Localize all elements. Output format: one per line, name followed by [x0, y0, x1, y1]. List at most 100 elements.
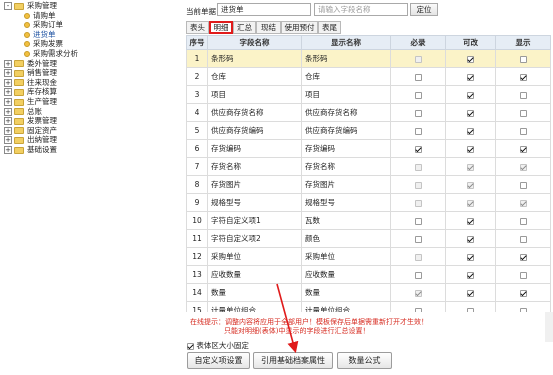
display-name-cell[interactable]: 应收数量	[301, 265, 391, 284]
fixed-body-size-checkbox[interactable]	[187, 342, 194, 350]
visible-checkbox[interactable]	[519, 307, 527, 312]
reference-archive-attr-button[interactable]: 引用基础档案属性	[253, 352, 333, 369]
editable-checkbox[interactable]	[467, 271, 474, 279]
visible-checkbox[interactable]	[519, 109, 527, 117]
tab-prepayment[interactable]: 使用预付	[281, 21, 318, 34]
table-row[interactable]: 12 采购单位 采购单位	[186, 247, 551, 266]
tree-node[interactable]: - 采购管理	[4, 1, 57, 11]
required-checkbox[interactable]	[414, 217, 422, 225]
display-name-cell[interactable]: 颜色	[301, 229, 391, 248]
tree-node[interactable]: 采购发票	[24, 39, 63, 49]
visible-checkbox[interactable]	[519, 289, 527, 297]
current-doc-field[interactable]: 进货单	[217, 3, 311, 16]
table-row[interactable]: 5 供应商存货编码 供应商存货编码	[186, 121, 551, 140]
custom-items-button[interactable]: 自定义项设置	[187, 352, 250, 369]
tab-header[interactable]: 表头	[186, 21, 209, 34]
display-name-cell[interactable]: 计量单位组合	[301, 301, 391, 312]
collapse-icon[interactable]: -	[4, 2, 12, 10]
required-checkbox[interactable]	[414, 145, 422, 153]
required-checkbox[interactable]	[414, 271, 422, 279]
editable-checkbox[interactable]	[467, 217, 474, 225]
tab-summary[interactable]: 汇总	[233, 21, 256, 34]
expand-icon[interactable]: +	[4, 98, 12, 106]
table-row[interactable]: 3 项目 项目	[186, 85, 551, 104]
editable-checkbox[interactable]	[467, 235, 474, 243]
tree-node[interactable]: + 基础设置	[4, 145, 57, 155]
table-row[interactable]: 6 存货编码 存货编码	[186, 139, 551, 158]
editable-checkbox[interactable]	[467, 253, 474, 261]
display-name-cell[interactable]: 存货图片	[301, 175, 391, 194]
editable-checkbox[interactable]	[467, 55, 474, 63]
tree-node[interactable]: 采购需求分析	[24, 49, 78, 59]
required-checkbox[interactable]	[414, 127, 422, 135]
display-name-cell[interactable]: 存货编码	[301, 139, 391, 158]
tree-node[interactable]: + 销售管理	[4, 68, 57, 78]
required-checkbox[interactable]	[414, 235, 422, 243]
table-row[interactable]: 10 字符自定义项1 瓦数	[186, 211, 551, 230]
display-name-cell[interactable]: 数量	[301, 283, 391, 302]
tree-node[interactable]: + 库存核算	[4, 87, 57, 97]
visible-checkbox[interactable]	[519, 217, 527, 225]
editable-checkbox[interactable]	[467, 73, 474, 81]
display-name-cell[interactable]: 规格型号	[301, 193, 391, 212]
table-row[interactable]: 7 存货名称 存货名称	[186, 157, 551, 176]
table-row[interactable]: 15 计量单位组合 计量单位组合	[186, 301, 551, 312]
visible-checkbox[interactable]	[519, 271, 527, 279]
table-row[interactable]: 13 应收数量 应收数量	[186, 265, 551, 284]
editable-checkbox[interactable]	[467, 307, 474, 312]
display-name-cell[interactable]: 供应商存货名称	[301, 103, 391, 122]
expand-icon[interactable]: +	[4, 136, 12, 145]
tab-footer[interactable]: 表尾	[318, 21, 341, 34]
field-search-input[interactable]: 请输入字段名称	[314, 3, 408, 16]
table-row[interactable]: 9 规格型号 规格型号	[186, 193, 551, 212]
table-row[interactable]: 14 数量 数量	[186, 283, 551, 302]
visible-checkbox[interactable]	[519, 55, 527, 63]
visible-checkbox[interactable]	[519, 181, 527, 189]
tab-detail[interactable]: 明细	[209, 21, 233, 34]
display-name-cell[interactable]: 存货名称	[301, 157, 391, 176]
display-name-cell[interactable]: 供应商存货编码	[301, 121, 391, 140]
table-row[interactable]: 1 条形码 条形码	[186, 49, 551, 68]
required-checkbox[interactable]	[414, 307, 422, 312]
editable-checkbox[interactable]	[467, 91, 474, 99]
display-name-cell[interactable]: 仓库	[301, 67, 391, 86]
visible-checkbox[interactable]	[519, 235, 527, 243]
table-row[interactable]: 11 字符自定义项2 颜色	[186, 229, 551, 248]
expand-icon[interactable]: +	[4, 107, 12, 116]
expand-icon[interactable]: +	[4, 126, 12, 135]
editable-checkbox[interactable]	[467, 109, 474, 117]
visible-checkbox[interactable]	[519, 253, 527, 261]
tab-cash-settle[interactable]: 现结	[256, 21, 281, 34]
display-name-cell[interactable]: 条形码	[301, 49, 391, 68]
visible-checkbox[interactable]	[519, 145, 527, 153]
required-checkbox[interactable]	[414, 73, 422, 81]
fixed-body-size-option[interactable]: 表体区大小固定	[187, 340, 249, 351]
editable-checkbox[interactable]	[467, 289, 474, 297]
required-checkbox[interactable]	[414, 109, 422, 117]
display-name-cell[interactable]: 瓦数	[301, 211, 391, 230]
expand-icon[interactable]: +	[4, 146, 12, 154]
table-row[interactable]: 8 存货图片 存货图片	[186, 175, 551, 194]
visible-checkbox[interactable]	[519, 73, 527, 81]
expand-icon[interactable]: +	[4, 78, 12, 87]
editable-checkbox[interactable]	[467, 127, 474, 135]
editable-checkbox[interactable]	[467, 145, 474, 153]
expand-icon[interactable]: +	[4, 59, 12, 68]
quantity-formula-button[interactable]: 数量公式	[337, 352, 392, 369]
locate-button[interactable]: 定位	[410, 3, 438, 16]
expand-icon[interactable]: +	[4, 117, 12, 126]
display-name-cell[interactable]: 采购单位	[301, 247, 391, 266]
display-name-cell[interactable]: 项目	[301, 85, 391, 104]
required-checkbox[interactable]	[414, 91, 422, 99]
tree-node[interactable]: + 发票管理	[4, 116, 57, 126]
visible-checkbox[interactable]	[519, 127, 527, 135]
expand-icon[interactable]: +	[4, 69, 12, 78]
table-row[interactable]: 2 仓库 仓库	[186, 67, 551, 86]
expand-icon[interactable]: +	[4, 88, 12, 97]
table-row[interactable]: 4 供应商存货名称 供应商存货名称	[186, 103, 551, 122]
tree-node[interactable]: + 出纳管理	[4, 135, 57, 145]
visible-checkbox[interactable]	[519, 91, 527, 99]
tree-node[interactable]: + 生产管理	[4, 97, 57, 107]
grid-scrollbar[interactable]	[545, 312, 553, 342]
tree-node[interactable]: 采购订单	[24, 20, 63, 30]
